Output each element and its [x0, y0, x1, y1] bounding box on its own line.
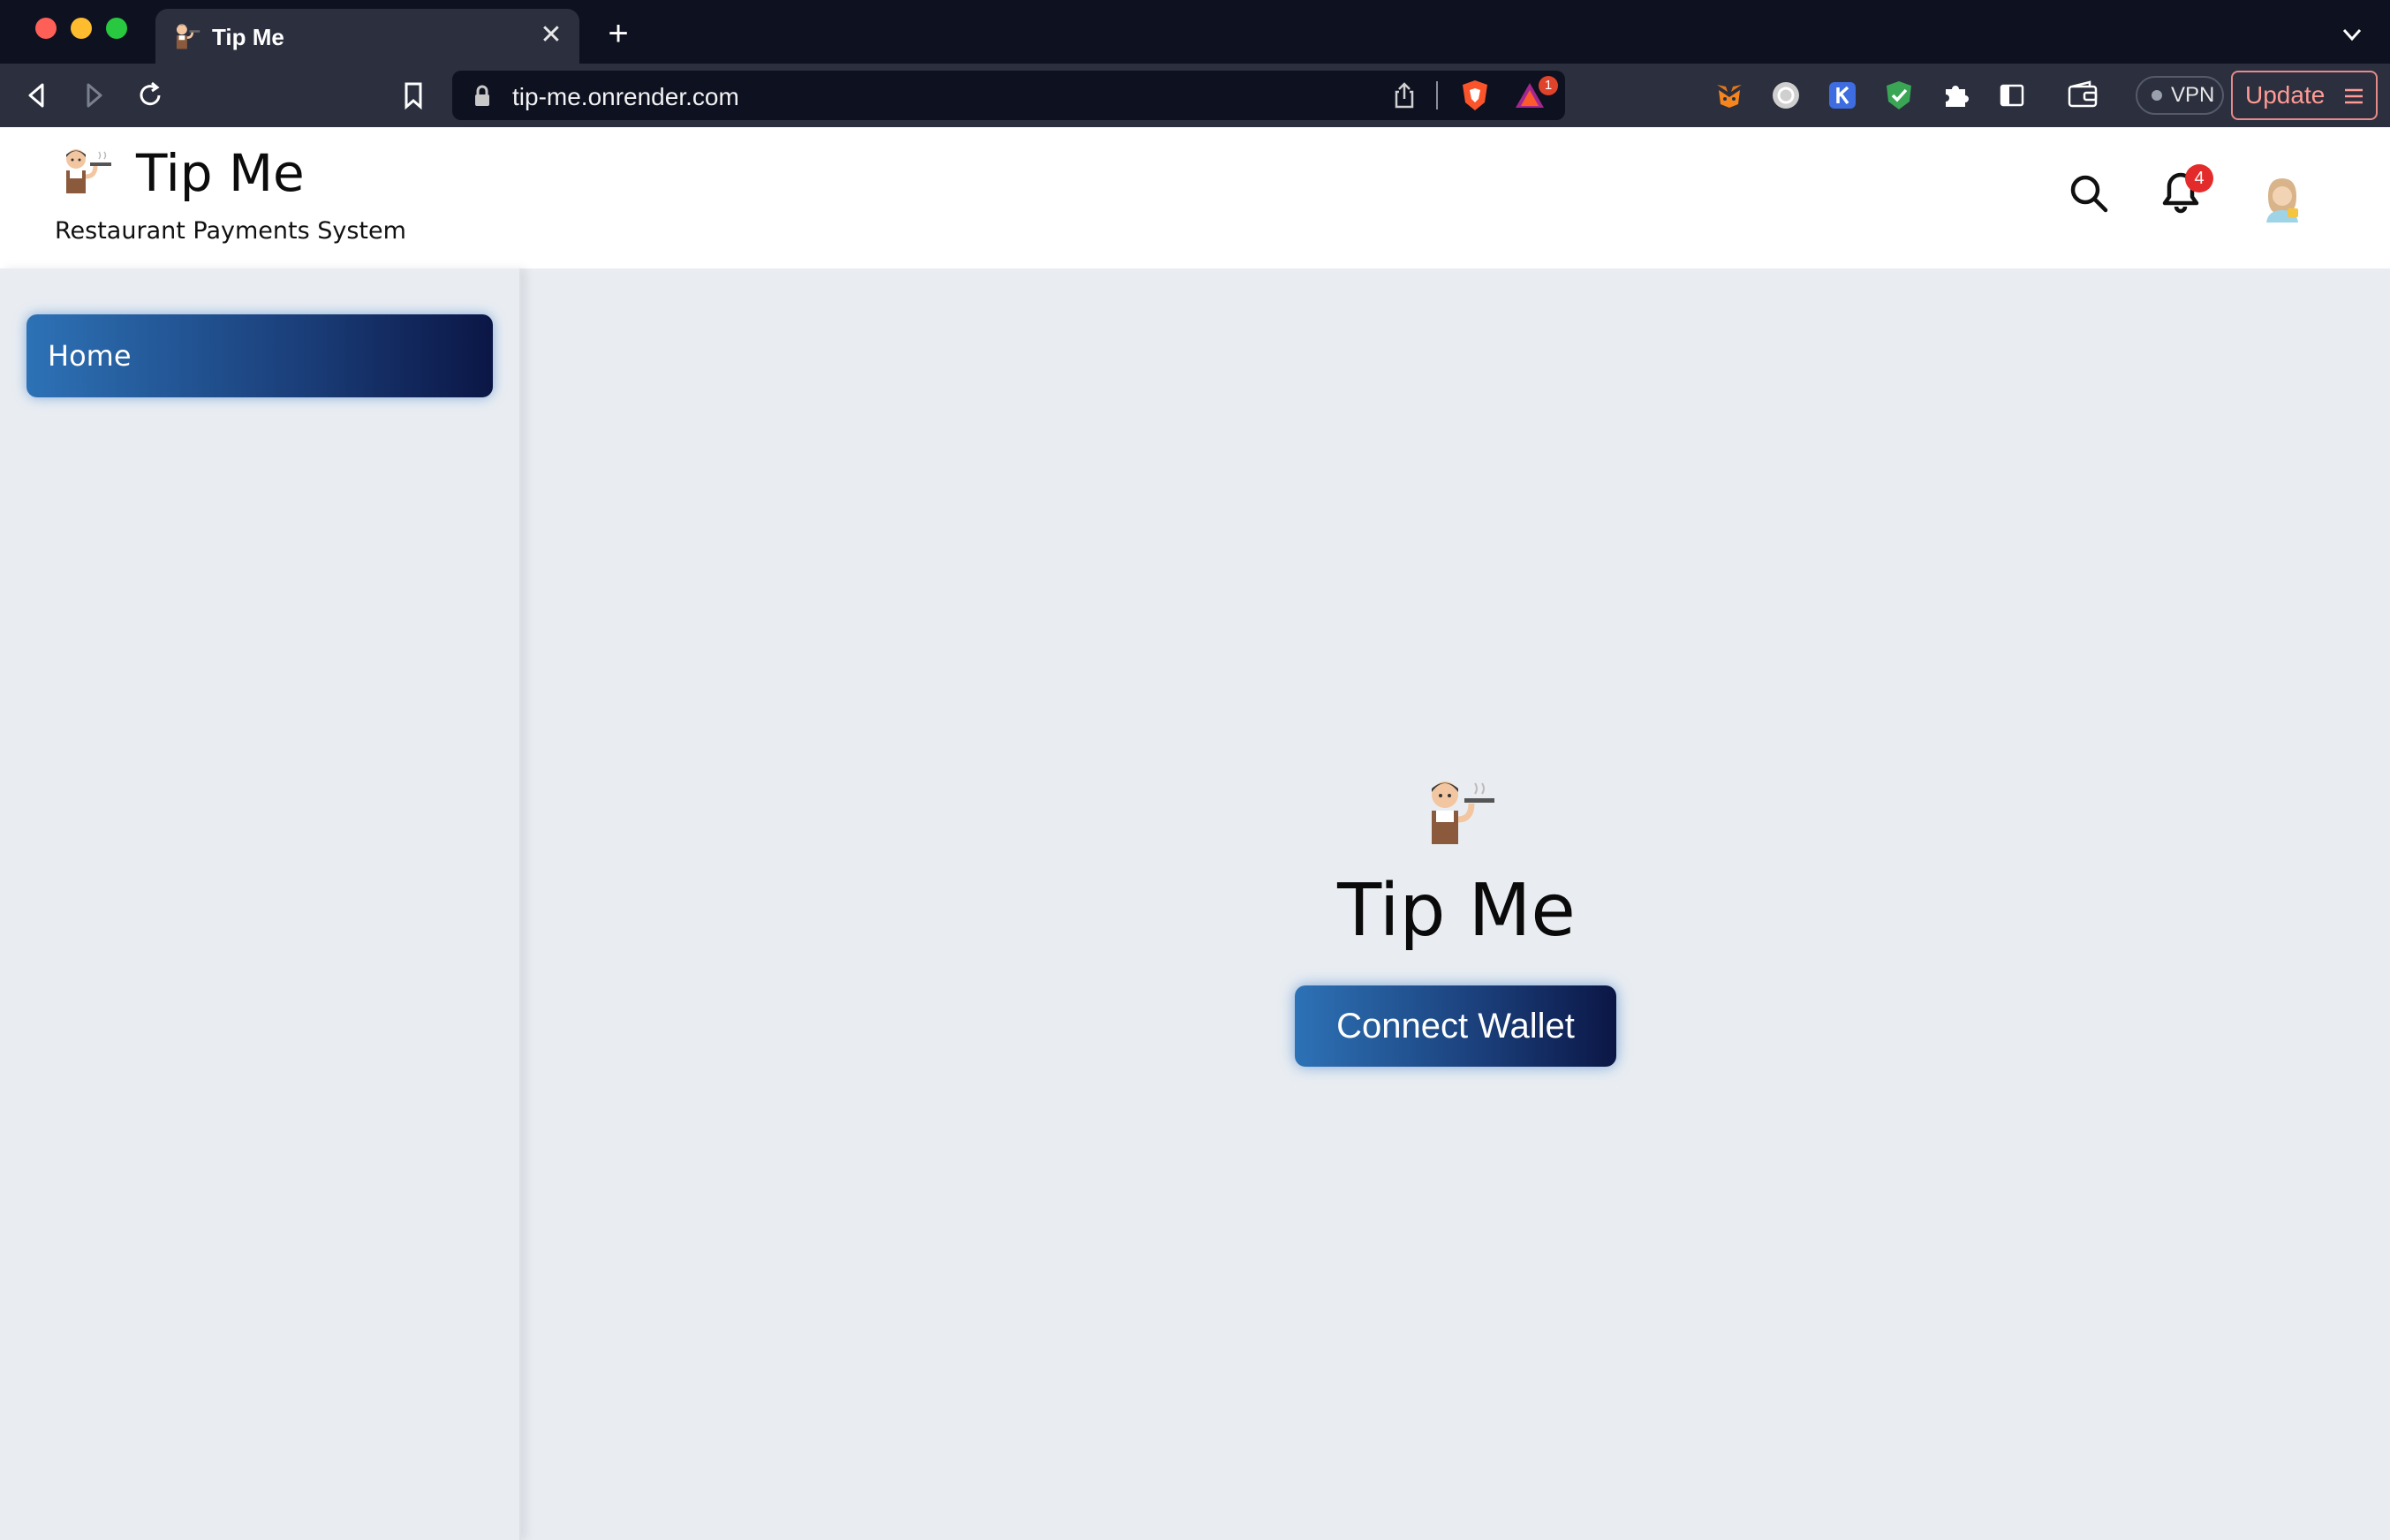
waiter-icon: [66, 149, 111, 193]
extension-grey-icon[interactable]: [1768, 78, 1804, 113]
update-label: Update: [2245, 81, 2326, 109]
rewards-badge: 1: [1539, 76, 1558, 95]
app-header: Tip Me Restaurant Payments System 4: [0, 127, 2390, 268]
app-title: Tip Me: [136, 143, 305, 203]
connect-wallet-button[interactable]: Connect Wallet: [1295, 985, 1616, 1067]
brave-rewards-button[interactable]: 1: [1512, 76, 1558, 113]
browser-toolbar: tip-me.onrender.com 1 VPN Update: [0, 64, 2390, 127]
sidebar-icon[interactable]: [1994, 78, 2030, 113]
bookmark-icon[interactable]: [394, 76, 433, 115]
hamburger-menu-icon: [2345, 88, 2363, 104]
browser-titlebar: Tip Me ✕ +: [0, 0, 2390, 64]
browser-tab[interactable]: Tip Me ✕: [155, 9, 579, 64]
wallet-icon[interactable]: [2065, 78, 2100, 113]
brave-shield-icon[interactable]: [1457, 78, 1493, 113]
url-text[interactable]: tip-me.onrender.com: [512, 83, 739, 111]
window-zoom-button[interactable]: [106, 18, 127, 39]
update-button[interactable]: Update: [2231, 71, 2378, 120]
address-bar[interactable]: tip-me.onrender.com 1: [452, 71, 1565, 120]
chevron-down-icon[interactable]: [2337, 19, 2367, 49]
avatar-icon[interactable]: [2258, 173, 2307, 223]
url-divider: [1436, 81, 1438, 109]
back-icon[interactable]: [18, 76, 57, 115]
vpn-label: VPN: [2171, 83, 2215, 107]
shield-check-icon[interactable]: [1881, 78, 1917, 113]
metamask-icon[interactable]: [1712, 78, 1747, 113]
waiter-icon: [176, 24, 200, 49]
vpn-status-dot: [2152, 90, 2162, 101]
sidebar-item-home[interactable]: Home: [26, 314, 493, 397]
share-icon[interactable]: [1390, 81, 1418, 109]
new-tab-button[interactable]: +: [601, 16, 636, 51]
notification-badge: 4: [2185, 164, 2213, 192]
reload-icon[interactable]: [131, 76, 170, 115]
sidebar-item-label: Home: [48, 339, 132, 373]
hero-title: Tip Me: [1337, 869, 1576, 953]
forward-icon[interactable]: [74, 76, 113, 115]
puzzle-icon[interactable]: [1938, 78, 1973, 113]
vpn-button[interactable]: VPN: [2136, 76, 2224, 115]
waiter-icon: [1432, 781, 1494, 844]
web-page: Tip Me Restaurant Payments System 4 Home: [0, 127, 2390, 1540]
window-close-button[interactable]: [35, 18, 57, 39]
lock-icon: [475, 85, 489, 106]
app-subtitle: Restaurant Payments System: [55, 217, 406, 245]
search-icon[interactable]: [2067, 171, 2111, 215]
tab-title: Tip Me: [212, 24, 284, 50]
main-content: Tip Me Connect Wallet: [523, 268, 2390, 1540]
window-minimize-button[interactable]: [71, 18, 92, 39]
extension-k-icon[interactable]: [1825, 78, 1860, 113]
sidebar: Home: [0, 268, 521, 1540]
tab-close-icon[interactable]: ✕: [533, 18, 569, 53]
